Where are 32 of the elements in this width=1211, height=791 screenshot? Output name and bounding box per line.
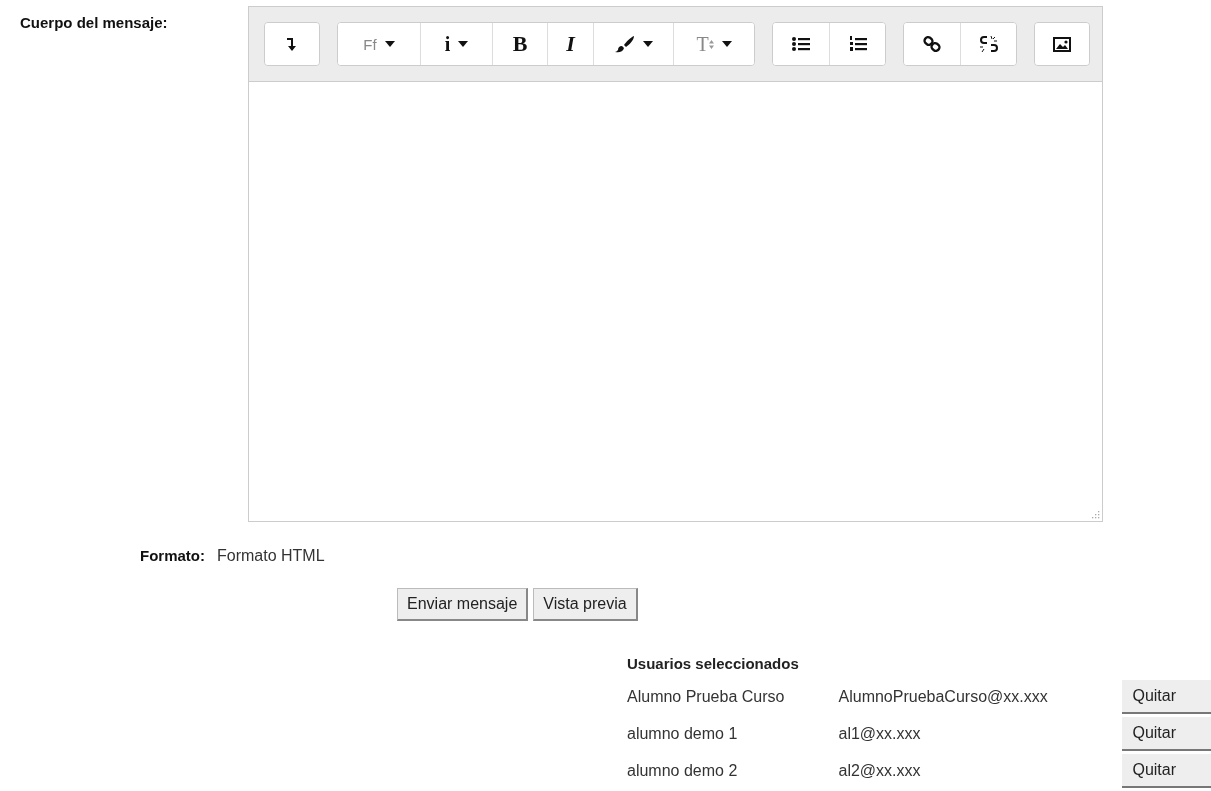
caret-icon [384, 41, 395, 47]
field-label: Cuerpo del mensaje: [19, 13, 169, 31]
remove-button[interactable]: Quitar [1122, 679, 1211, 714]
image-icon [1053, 36, 1071, 52]
unlink-button[interactable] [960, 23, 1016, 65]
resize-arrows-icon [708, 39, 714, 49]
user-name: alumno demo 2 [627, 761, 739, 780]
remove-button[interactable]: Quitar [1122, 753, 1211, 788]
size-button[interactable]: T [673, 23, 754, 65]
brush-icon [614, 35, 635, 53]
format-value: Formato HTML [217, 547, 325, 565]
user-email: al1@xx.xxx [838, 724, 922, 743]
numbers-button[interactable] [829, 23, 885, 65]
user-email: AlumnoPruebaCurso@xx.xxx [838, 687, 1049, 706]
caret-icon [642, 41, 653, 47]
numbered-list-icon [848, 36, 867, 52]
format-label: Formato: [139, 547, 205, 565]
section-heading: Usuarios seleccionados [627, 655, 800, 672]
caret-icon [721, 41, 732, 47]
broken-link-icon [978, 35, 999, 53]
bullet-list-icon [792, 37, 810, 51]
image-button[interactable] [1035, 23, 1089, 65]
user-name: alumno demo 1 [627, 724, 739, 743]
user-name: Alumno Prueba Curso [627, 687, 786, 706]
arrow-down-icon [287, 37, 297, 51]
caret-icon [458, 41, 469, 47]
send-button[interactable]: Enviar mensaje [397, 588, 529, 621]
user-email: al2@xx.xxx [838, 761, 922, 780]
link-icon [923, 36, 941, 52]
remove-button[interactable]: Quitar [1122, 716, 1211, 751]
preview-button[interactable]: Vista previa [533, 588, 638, 621]
resize-grip-icon [1092, 511, 1100, 519]
